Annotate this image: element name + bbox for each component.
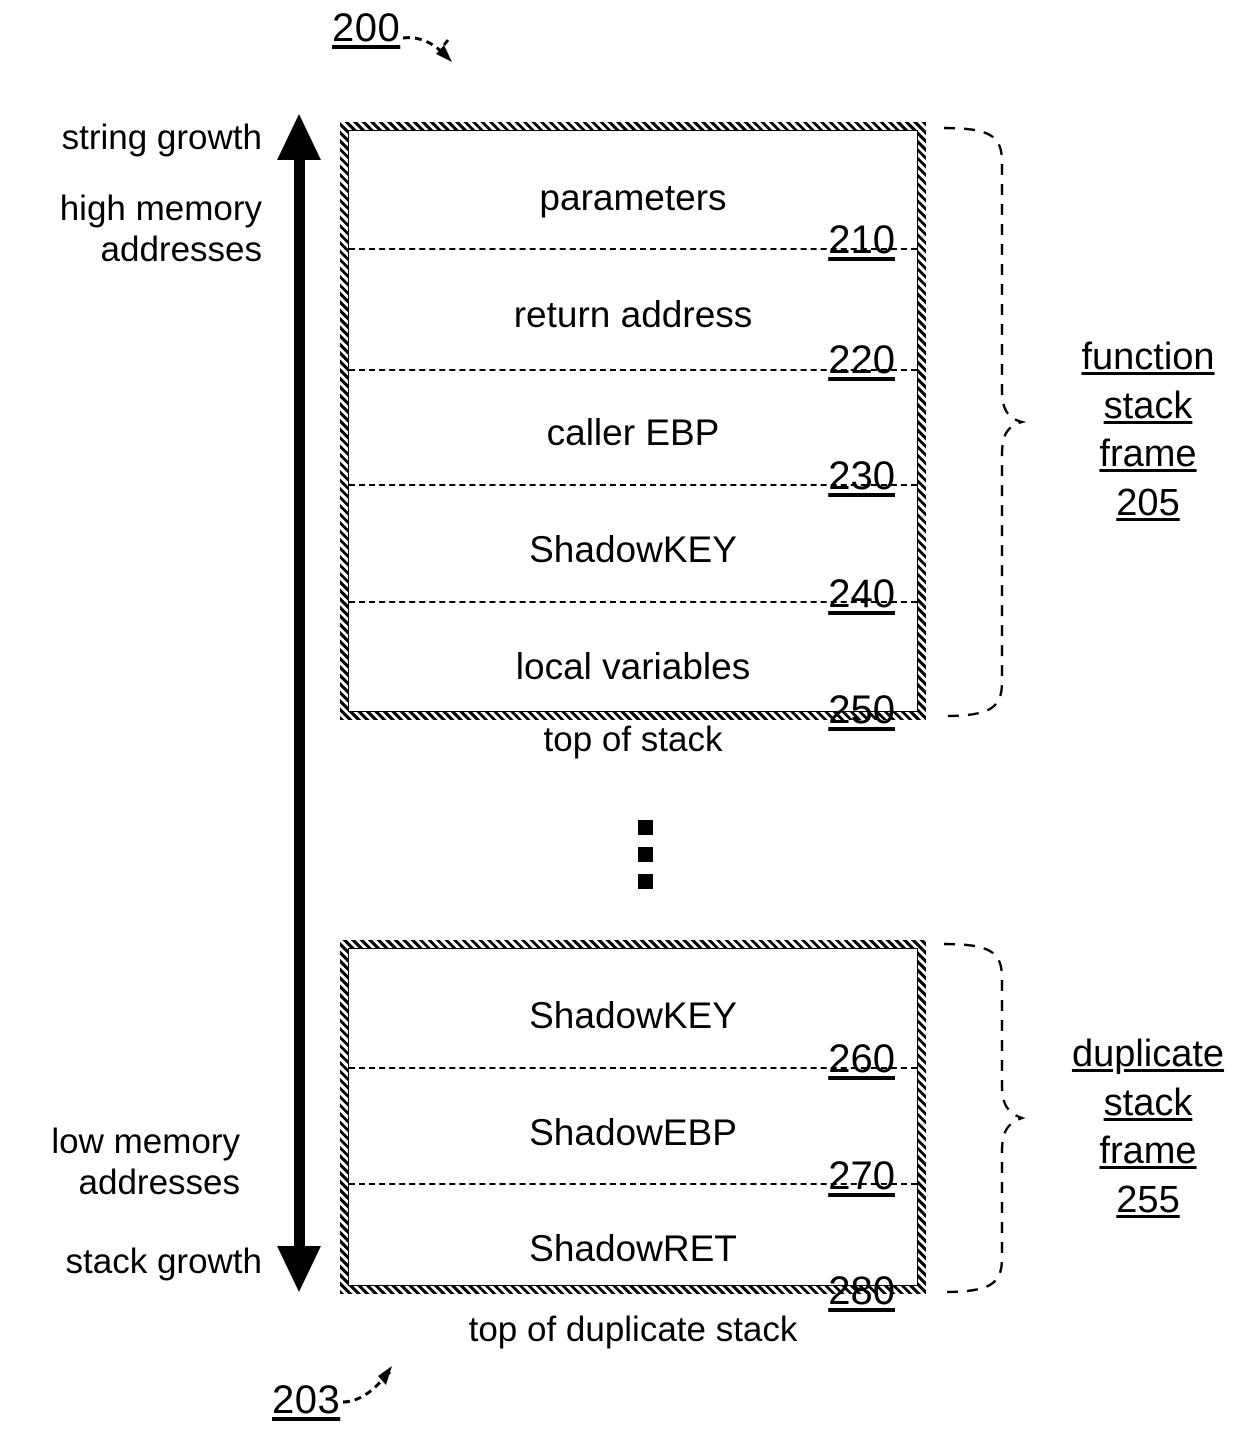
patent-figure-canvas: 200 string growth high memory addresses … bbox=[0, 0, 1240, 1452]
caption-top-of-duplicate-stack: top of duplicate stack bbox=[468, 1310, 798, 1349]
ellipsis-dot-3 bbox=[638, 874, 653, 889]
row-label-parameters: parameters bbox=[539, 177, 727, 218]
row-ref-280: 280 bbox=[828, 1269, 895, 1313]
row-ref-210: 210 bbox=[828, 218, 895, 262]
row-ref-240: 240 bbox=[828, 572, 895, 616]
ellipsis-dot-2 bbox=[638, 847, 653, 862]
bracket-label-function-stack-frame: function stack frame 205 bbox=[1058, 333, 1238, 528]
bracket-line-stack: stack bbox=[1103, 384, 1193, 427]
row-divider-1 bbox=[349, 248, 917, 250]
figure-ref-200-arrow bbox=[402, 36, 452, 62]
row-label-shadowebp: ShadowEBP bbox=[529, 1112, 737, 1153]
dup-row-divider-1 bbox=[349, 1067, 917, 1069]
row-label-shadowkey-dup: ShadowKEY bbox=[529, 995, 737, 1036]
row-label-shadowret: ShadowRET bbox=[529, 1228, 737, 1269]
bracket-line-ref-255: 255 bbox=[1116, 1178, 1180, 1221]
memory-growth-arrow bbox=[277, 114, 321, 1292]
row-ref-270: 270 bbox=[828, 1154, 895, 1198]
bracket-label-duplicate-stack-frame: duplicate stack frame 255 bbox=[1050, 1030, 1240, 1225]
caption-top-of-stack: top of stack bbox=[543, 720, 723, 759]
row-label-shadowkey: ShadowKEY bbox=[529, 529, 737, 570]
row-ref-260: 260 bbox=[828, 1037, 895, 1081]
row-label-local-variables: local variables bbox=[515, 646, 751, 687]
duplicate-stack-frame-brace bbox=[943, 942, 1026, 1294]
bracket-line-frame: frame bbox=[1099, 433, 1197, 476]
row-divider-4 bbox=[349, 601, 917, 603]
dup-row-divider-2 bbox=[349, 1183, 917, 1185]
label-low-memory-addresses: low memory addresses bbox=[51, 1122, 240, 1203]
label-stack-growth: stack growth bbox=[65, 1242, 262, 1281]
row-divider-3 bbox=[349, 484, 917, 486]
row-divider-2 bbox=[349, 369, 917, 371]
figure-ref-200: 200 bbox=[332, 6, 401, 50]
row-ref-220: 220 bbox=[828, 338, 895, 382]
row-label-caller-ebp: caller EBP bbox=[546, 412, 720, 453]
row-label-return-address: return address bbox=[513, 294, 753, 335]
ellipsis-dot-1 bbox=[638, 820, 653, 835]
bracket-line-frame-dup: frame bbox=[1099, 1130, 1197, 1173]
label-string-growth: string growth bbox=[61, 118, 262, 157]
figure-ref-203-arrow bbox=[342, 1366, 392, 1404]
row-ref-230: 230 bbox=[828, 454, 895, 498]
bracket-line-stack-dup: stack bbox=[1103, 1081, 1193, 1124]
function-stack-frame-box: parameters 210 return address 220 caller… bbox=[340, 122, 926, 730]
duplicate-stack-frame-box: ShadowKEY 260 ShadowEBP 270 ShadowRET 28… bbox=[340, 940, 926, 1311]
label-high-memory-addresses: high memory addresses bbox=[59, 189, 262, 270]
figure-ref-203: 203 bbox=[272, 1378, 341, 1422]
bracket-line-ref-205: 205 bbox=[1116, 481, 1180, 524]
bracket-line-function: function bbox=[1081, 336, 1215, 378]
function-stack-frame-brace bbox=[943, 126, 1027, 718]
bracket-line-duplicate: duplicate bbox=[1071, 1033, 1225, 1075]
